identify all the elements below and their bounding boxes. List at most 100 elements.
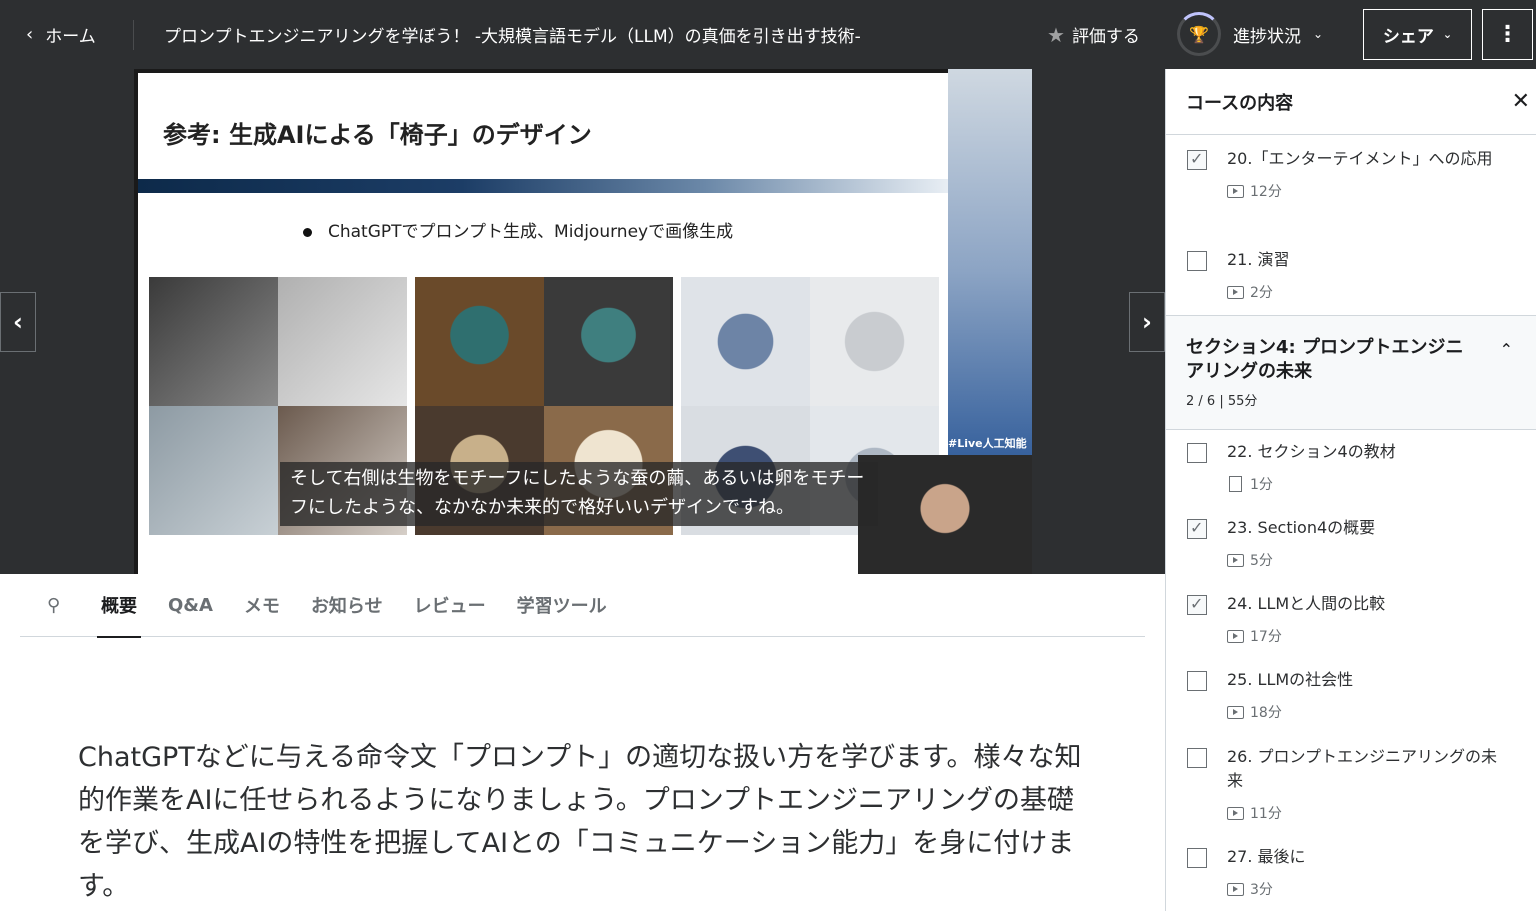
video-icon bbox=[1227, 553, 1244, 567]
lecture-checkbox[interactable] bbox=[1187, 594, 1207, 615]
lecture-checkbox[interactable] bbox=[1187, 149, 1207, 170]
search-icon[interactable]: ⚲ bbox=[47, 595, 73, 616]
video-caption: そして右側は生物をモチーフにしたような蚕の繭、あるいは卵をモチーフにしたような、… bbox=[280, 462, 878, 526]
tab-announcements[interactable]: お知らせ bbox=[311, 574, 383, 637]
chevron-down-icon: ⌄ bbox=[1442, 28, 1453, 41]
lecture-item[interactable]: 24. LLMと人間の比較 17分 bbox=[1166, 592, 1536, 646]
content-tabs: ⚲ 概要 Q&A メモ お知らせ レビュー 学習ツール bbox=[20, 574, 1145, 638]
lecture-meta: 17分 bbox=[1227, 626, 1513, 646]
lecture-duration: 1分 bbox=[1250, 477, 1273, 493]
sidebar-title: コースの内容 bbox=[1186, 92, 1294, 114]
slide-band bbox=[138, 179, 948, 193]
lecture-title: 26. プロンプトエンジニアリングの未来 bbox=[1227, 747, 1498, 790]
lecture-checkbox[interactable] bbox=[1187, 671, 1207, 691]
video-icon bbox=[1227, 705, 1244, 719]
chair-image bbox=[149, 277, 278, 406]
top-bar: ‹ ホーム プロンプトエンジニアリングを学ぼう！ -大規模言語モデル（LLM）の… bbox=[0, 0, 1536, 69]
lecture-duration: 18分 bbox=[1250, 705, 1282, 721]
chevron-left-icon: ‹ bbox=[13, 308, 23, 336]
lecture-checkbox[interactable] bbox=[1187, 443, 1207, 463]
progress-label: 進捗状況 bbox=[1233, 26, 1301, 47]
video-icon bbox=[1227, 629, 1244, 643]
progress-button[interactable]: 🏆 進捗状況 ⌄ bbox=[1177, 12, 1323, 56]
lecture-title: 20.「エンターテイメント」への応用 bbox=[1227, 149, 1493, 168]
section-title: セクション4: プロンプトエンジニアリングの未来 bbox=[1186, 337, 1464, 382]
share-label: シェア bbox=[1382, 27, 1434, 47]
video-area: 参考: 生成AIによる「椅子」のデザイン ChatGPTでプロンプト生成、Mid… bbox=[0, 69, 1165, 574]
lecture-item[interactable]: 20.「エンターテイメント」への応用 12分 bbox=[1166, 147, 1536, 201]
lecture-duration: 2分 bbox=[1250, 285, 1273, 301]
home-link[interactable]: ‹ ホーム bbox=[0, 0, 133, 69]
rate-button[interactable]: ★ 評価する bbox=[1047, 22, 1140, 48]
presenter-video bbox=[858, 455, 1032, 574]
video-icon bbox=[1227, 806, 1244, 820]
chair-image bbox=[149, 406, 278, 535]
chair-image bbox=[681, 277, 810, 406]
rate-label: 評価する bbox=[1071, 27, 1140, 47]
lecture-title: 27. 最後に bbox=[1227, 847, 1306, 866]
lecture-meta: 11分 bbox=[1227, 803, 1513, 823]
bullet-icon bbox=[303, 227, 312, 237]
lecture-title: 21. 演習 bbox=[1227, 250, 1290, 269]
more-options-button[interactable]: ⋮ bbox=[1482, 9, 1533, 60]
course-title[interactable]: プロンプトエンジニアリングを学ぼう！ -大規模言語モデル（LLM）の真価を引き出… bbox=[164, 22, 984, 47]
video-icon bbox=[1227, 882, 1244, 896]
lecture-title: 22. セクション4の教材 bbox=[1227, 442, 1396, 461]
slide-title: 参考: 生成AIによる「椅子」のデザイン bbox=[163, 121, 592, 149]
sidebar-header: コースの内容 ✕ bbox=[1166, 69, 1536, 135]
lecture-checkbox[interactable] bbox=[1187, 518, 1207, 539]
lecture-duration: 5分 bbox=[1250, 553, 1273, 569]
share-button[interactable]: シェア ⌄ bbox=[1363, 9, 1472, 60]
lecture-title: 25. LLMの社会性 bbox=[1227, 670, 1354, 689]
course-content-sidebar: コースの内容 ✕ 20.「エンターテイメント」への応用 12分 21. 演習 2… bbox=[1165, 69, 1536, 911]
lecture-item[interactable]: 21. 演習 2分 bbox=[1166, 248, 1536, 302]
chevron-down-icon: ⌄ bbox=[1313, 27, 1324, 41]
next-lecture-button[interactable]: › bbox=[1129, 292, 1165, 352]
previous-lecture-button[interactable]: ‹ bbox=[0, 292, 36, 352]
lecture-item[interactable]: 22. セクション4の教材 1分 bbox=[1166, 440, 1536, 494]
home-label: ホーム bbox=[45, 27, 96, 47]
tab-notes[interactable]: メモ bbox=[244, 574, 280, 637]
side-tag: #Live人工知能 bbox=[948, 437, 1027, 450]
lecture-meta: 2分 bbox=[1227, 282, 1513, 302]
section-header[interactable]: セクション4: プロンプトエンジニアリングの未来 2 / 6 | 55分 ⌃ bbox=[1166, 315, 1536, 430]
lecture-title: 23. Section4の概要 bbox=[1227, 518, 1376, 537]
tab-overview[interactable]: 概要 bbox=[97, 574, 141, 638]
lecture-meta: 1分 bbox=[1227, 474, 1513, 494]
chair-image bbox=[544, 277, 673, 406]
course-overview-text: ChatGPTなどに与える命令文「プロンプト」の適切な扱い方を学びます。様々な知… bbox=[78, 742, 1082, 902]
chair-image bbox=[415, 277, 544, 406]
chevron-left-icon: ‹ bbox=[26, 24, 34, 45]
lecture-title: 24. LLMと人間の比較 bbox=[1227, 594, 1386, 613]
tab-qa[interactable]: Q&A bbox=[168, 574, 213, 637]
lecture-duration: 3分 bbox=[1250, 882, 1273, 898]
tab-reviews[interactable]: レビュー bbox=[414, 574, 486, 637]
slide-bullet-text: ChatGPTでプロンプト生成、Midjourneyで画像生成 bbox=[328, 222, 734, 242]
lecture-item[interactable]: 27. 最後に 3分 bbox=[1166, 845, 1536, 899]
lecture-meta: 5分 bbox=[1227, 550, 1513, 570]
tab-learning-tools[interactable]: 学習ツール bbox=[517, 574, 607, 637]
divider bbox=[133, 19, 134, 50]
video-icon bbox=[1227, 285, 1244, 299]
vertical-dots-icon: ⋮ bbox=[1496, 22, 1519, 47]
chevron-up-icon: ⌃ bbox=[1499, 340, 1513, 359]
lecture-item[interactable]: 25. LLMの社会性 18分 bbox=[1166, 668, 1536, 722]
lecture-duration: 11分 bbox=[1250, 806, 1282, 822]
lecture-checkbox[interactable] bbox=[1187, 748, 1207, 768]
star-icon: ★ bbox=[1047, 22, 1065, 47]
lecture-checkbox[interactable] bbox=[1187, 251, 1207, 271]
close-icon[interactable]: ✕ bbox=[1512, 89, 1530, 114]
lecture-checkbox[interactable] bbox=[1187, 848, 1207, 868]
trophy-icon: 🏆 bbox=[1177, 12, 1221, 56]
section-meta: 2 / 6 | 55分 bbox=[1186, 394, 1258, 409]
lecture-duration: 17分 bbox=[1250, 629, 1282, 645]
lecture-meta: 12分 bbox=[1227, 181, 1513, 201]
lecture-meta: 18分 bbox=[1227, 702, 1513, 722]
slide-bullet: ChatGPTでプロンプト生成、Midjourneyで画像生成 bbox=[303, 217, 733, 242]
lecture-item[interactable]: 23. Section4の概要 5分 bbox=[1166, 516, 1536, 570]
video-icon bbox=[1227, 184, 1244, 198]
lecture-item[interactable]: 26. プロンプトエンジニアリングの未来 11分 bbox=[1166, 745, 1536, 823]
chair-image bbox=[810, 277, 939, 406]
lecture-meta: 3分 bbox=[1227, 879, 1513, 899]
document-icon bbox=[1229, 476, 1242, 492]
